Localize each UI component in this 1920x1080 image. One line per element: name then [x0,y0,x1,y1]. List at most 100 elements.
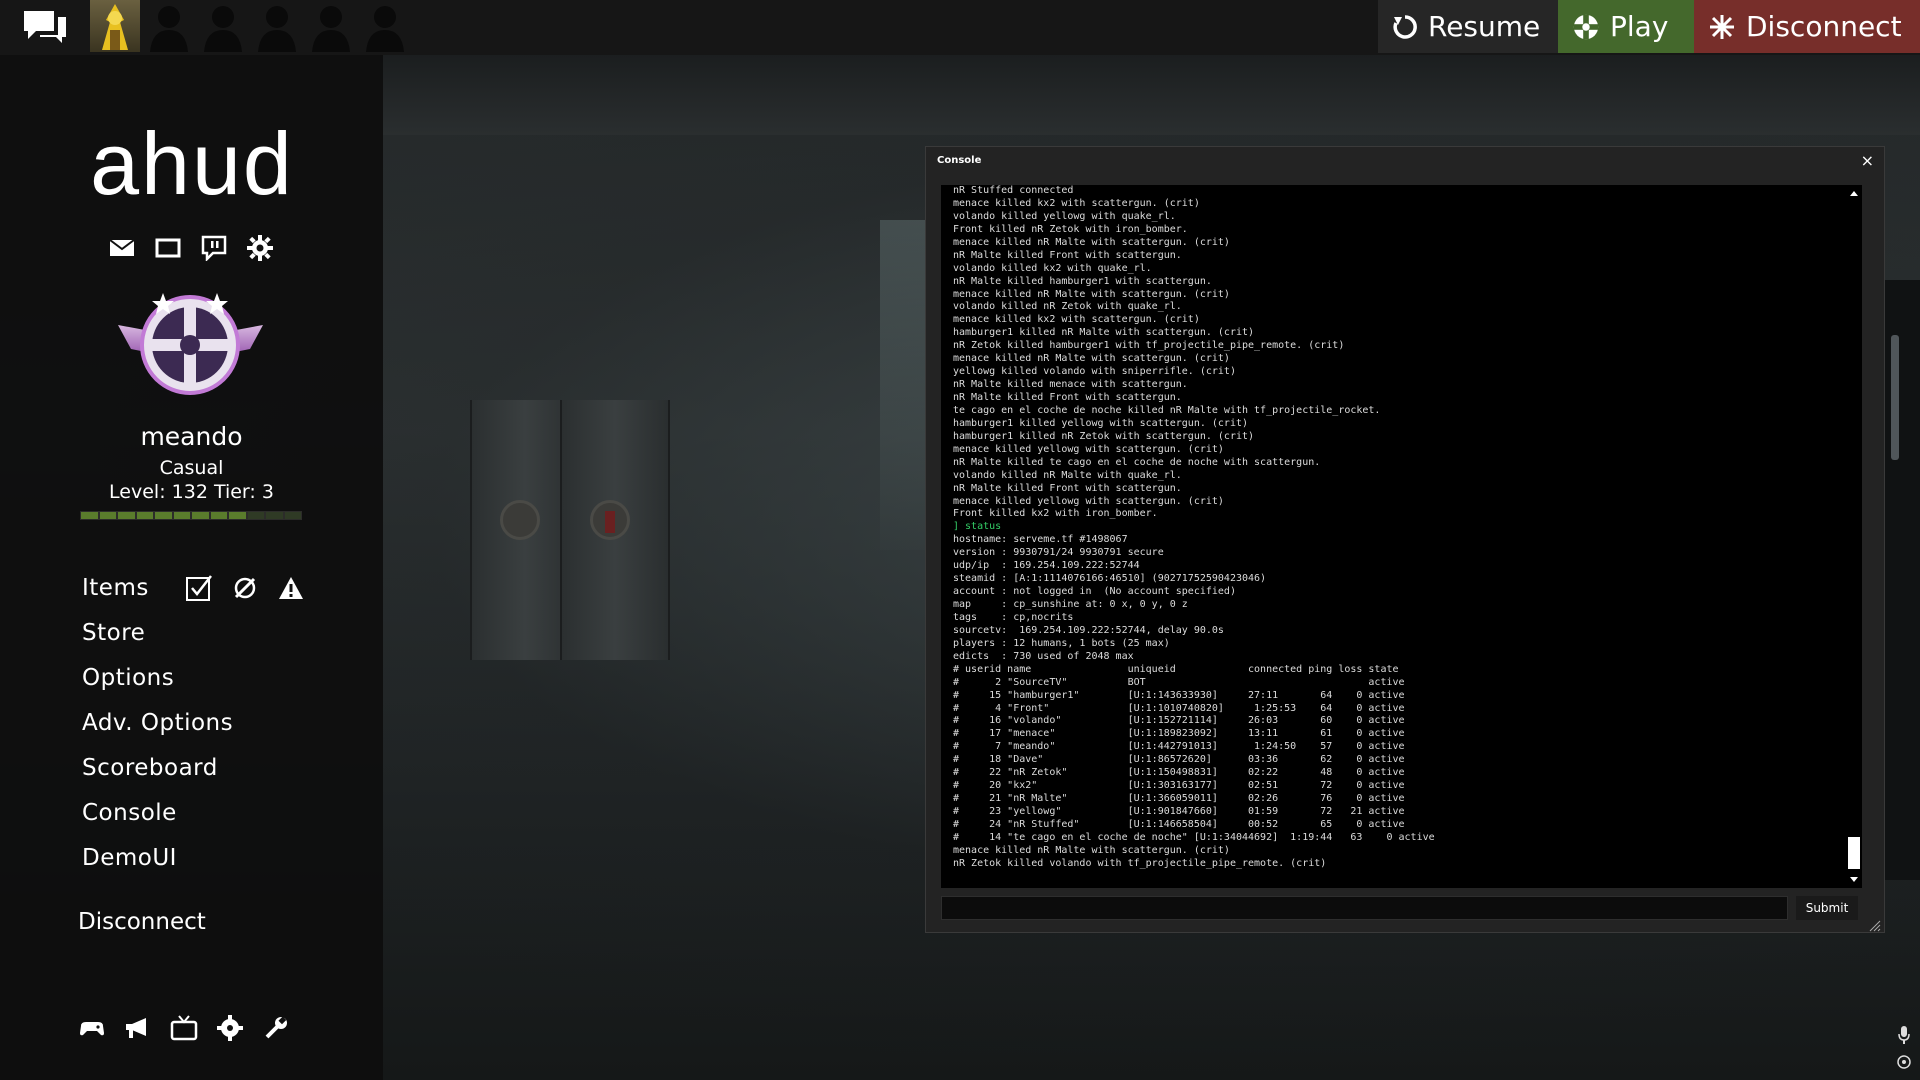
console-line: hamburger1 killed yellowg with scattergu… [953,417,1249,429]
microphone-icon [1897,1025,1911,1045]
player-level: Level: 132 Tier: 3 [109,481,274,503]
scene-right-wall [1880,280,1920,880]
console-line: hamburger1 killed nR Zetok with scatterg… [953,430,1255,442]
friend-slot-silhouette-icon[interactable] [144,0,194,52]
xp-segment [136,512,153,519]
top-bar: Resume Play Disconnect [0,0,1920,55]
console-line: # 21 "nR Malte" [U:1:366059011] 02:26 76… [953,793,1405,805]
wrench-icon[interactable] [262,1014,290,1042]
scene-scroll-strip [1891,335,1899,460]
quick-icons-row [108,234,274,262]
megaphone-icon[interactable] [124,1014,152,1042]
console-command-input[interactable] [941,896,1788,920]
console-line: te cago en el coche de noche killed nR M… [953,404,1381,416]
console-line: edicts : 730 used of 2048 max [953,650,1134,662]
console-window[interactable]: Console × nR Stuffed connected menace kil… [925,146,1885,933]
tv-icon[interactable] [170,1014,198,1042]
console-line: steamid : [A:1:1114076166:46510] (902717… [953,573,1267,585]
xp-segment [284,512,301,519]
scroll-up-icon[interactable] [1850,191,1858,196]
console-line: # 16 "volando" [U:1:152721114] 26:03 60 … [953,715,1405,727]
menu-item-scoreboard[interactable]: Scoreboard [82,752,305,797]
menu-item-console[interactable]: Console [82,797,305,842]
close-icon[interactable]: × [1861,151,1874,170]
console-line: version : 9930791/24 9930791 secure [953,547,1164,559]
submit-button[interactable]: Submit [1796,896,1858,920]
resume-button[interactable]: Resume [1378,0,1558,53]
console-line: # 2 "SourceTV" BOT active [953,676,1405,688]
controller-icon[interactable] [78,1014,106,1042]
console-line: # 24 "nR Stuffed" [U:1:146658504] 00:52 … [953,818,1405,830]
console-scrollbar[interactable] [1846,185,1862,888]
console-line: menace killed yellowg with scattergun. (… [953,443,1224,455]
avatar[interactable] [90,0,140,52]
console-line: nR Zetok killed hamburger1 with tf_proje… [953,340,1345,352]
xp-segment [247,512,264,519]
console-line: volando killed nR Malte with quake_rl. [953,469,1182,481]
tour-medal-badge [113,285,268,405]
console-line: udp/ip : 169.254.109.222:52744 [953,560,1140,572]
console-line: nR Malte killed Front with scattergun. [953,392,1182,403]
console-line: menace killed kx2 with scattergun. (crit… [953,314,1200,326]
console-line: volando killed kx2 with quake_rl. [953,262,1152,274]
chat-bubbles-icon[interactable] [22,9,68,45]
console-line: # 23 "yellowg" [U:1:901847660] 01:59 72 … [953,806,1405,817]
console-line: players : 12 humans, 1 bots (25 max) [953,637,1170,649]
play-icon [1572,13,1600,41]
console-line: nR Zetok killed volando with tf_projecti… [953,857,1327,869]
main-menu: Items Store Options Adv. Options Scorebo… [82,572,305,887]
menu-item-disconnect[interactable]: Disconnect [78,909,206,935]
settings-cog-icon[interactable] [216,1014,244,1042]
friend-slot-silhouette-icon[interactable] [198,0,248,52]
crafting-wrench-icon[interactable] [231,574,259,602]
xp-segment [210,512,227,519]
console-line: volando killed yellowg with quake_rl. [953,210,1176,222]
console-line: # 22 "nR Zetok" [U:1:150498831] 02:22 48… [953,767,1405,779]
play-button[interactable]: Play [1558,0,1694,53]
checkbox-icon[interactable] [185,574,213,602]
console-line: volando killed nR Zetok with quake_rl. [953,301,1182,313]
disconnect-label: Disconnect [1746,10,1902,43]
console-line: menace killed nR Malte with scattergun. … [953,236,1230,248]
console-line: # 4 "Front" [U:1:1010740820] 1:25:53 64 … [953,702,1405,714]
friend-slot-silhouette-icon[interactable] [360,0,410,52]
chat-icon[interactable] [200,234,228,262]
menu-item-adv-options[interactable]: Adv. Options [82,707,305,752]
menu-item-options[interactable]: Options [82,662,305,707]
disconnect-button[interactable]: Disconnect [1694,0,1920,53]
console-line: nR Malte killed Front with scattergun. [953,482,1182,494]
friend-slot-silhouette-icon[interactable] [306,0,356,52]
gear-icon[interactable] [246,234,274,262]
scene-ceiling [380,55,1920,135]
console-line: # 20 "kx2" [U:1:303163177] 02:51 72 0 ac… [953,780,1405,792]
console-line: # 18 "Dave" [U:1:86572620] 03:36 62 0 ac… [953,754,1405,766]
console-line: # 17 "menace" [U:1:189823092] 13:11 61 0… [953,728,1405,740]
scroll-thumb[interactable] [1848,837,1860,869]
friends-bar [90,0,410,52]
console-log[interactable]: nR Stuffed connected menace killed kx2 wi… [941,185,1846,888]
console-line: Front killed kx2 with iron_bomber. [953,508,1158,520]
console-line: map : cp_sunshine at: 0 x, 0 y, 0 z [953,599,1188,610]
console-line: sourcetv: 169.254.109.222:52744, delay 9… [953,624,1224,636]
mail-icon[interactable] [108,234,136,262]
player-name: meando [140,422,243,451]
target-icon [1896,1054,1912,1070]
menu-item-demoui[interactable]: DemoUI [82,842,305,887]
warning-icon[interactable] [277,574,305,602]
console-line: menace killed yellowg with scattergun. (… [953,495,1224,507]
window-icon[interactable] [154,234,182,262]
menu-item-store[interactable]: Store [82,617,305,662]
console-line: nR Stuffed connected [953,185,1074,196]
play-label: Play [1610,10,1669,43]
xp-segment [118,512,135,519]
console-line: nR Malte killed te cago en el coche de n… [953,456,1321,468]
resize-grip-icon[interactable] [1869,917,1881,932]
console-title: Console [937,155,982,166]
player-mode: Casual [159,457,224,479]
bottom-icons-row [78,1014,290,1042]
menu-item-items[interactable]: Items [82,572,149,617]
console-line: yellowg killed volando with sniperrifle.… [953,366,1236,378]
friend-slot-silhouette-icon[interactable] [252,0,302,52]
scroll-down-icon[interactable] [1850,877,1858,882]
console-line: # 7 "meando" [U:1:442791013] 1:24:50 57 … [953,741,1405,753]
